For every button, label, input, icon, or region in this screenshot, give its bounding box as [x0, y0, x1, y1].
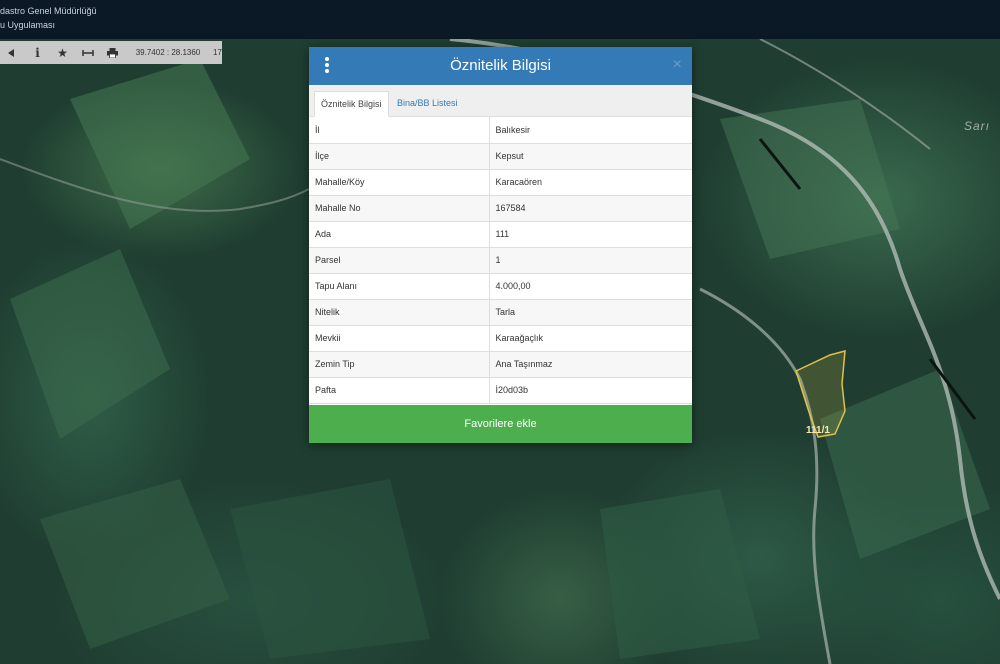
attribute-key: Mahalle No — [309, 195, 490, 222]
attribute-key: Zemin Tip — [309, 351, 490, 378]
attribute-key: Ada — [309, 221, 490, 248]
attribute-value: 167584 — [489, 195, 692, 222]
attribute-key: Pafta — [309, 377, 490, 404]
app-subtitle: u Uygulaması — [0, 20, 56, 30]
dialog-title: Öznitelik Bilgisi — [450, 57, 551, 74]
add-favorite-button[interactable]: Favorilere ekle — [309, 405, 692, 443]
attribute-value: 1 — [489, 247, 692, 274]
table-row: İl Balıkesir — [309, 117, 692, 144]
coordinate-readout: 39.7402 : 28.1360 — [135, 48, 201, 57]
tab-attribute-info[interactable]: Öznitelik Bilgisi — [314, 91, 389, 117]
attribute-key: Mahalle/Köy — [309, 169, 490, 196]
attribute-value: Karacaören — [489, 169, 692, 196]
attribute-value: 4.000,00 — [489, 273, 692, 300]
table-row: Tapu Alanı 4.000,00 — [309, 273, 692, 300]
attribute-value: Balıkesir — [489, 117, 692, 144]
attribute-key: İl — [309, 117, 490, 144]
attribute-value: Kepsut — [489, 143, 692, 170]
table-row: Mevkii Karaağaçlık — [309, 325, 692, 352]
table-row: Ada 111 — [309, 221, 692, 248]
tab-building-list[interactable]: Bina/BB Listesi — [391, 91, 464, 117]
attribute-value: Tarla — [489, 299, 692, 326]
attribute-key: İlçe — [309, 143, 490, 170]
app-title: dastro Genel Müdürlüğü — [0, 6, 97, 16]
app-header: dastro Genel Müdürlüğü u Uygulaması — [0, 0, 1000, 39]
zoom-level: 17 — [213, 48, 222, 57]
attribute-value: İ20d03b — [489, 377, 692, 404]
info-icon[interactable]: i — [25, 41, 50, 64]
attribute-key: Mevkii — [309, 325, 490, 352]
place-label: Sarı — [964, 119, 991, 133]
map-toolbar: i ★ 39.7402 : 28.1360 17 — [0, 41, 222, 64]
attribute-table: İl Balıkesir İlçe Kepsut Mahalle/Köy Karacaör… — [309, 117, 692, 404]
table-row: Zemin Tip Ana Taşınmaz — [309, 351, 692, 378]
star-icon[interactable]: ★ — [50, 41, 75, 64]
table-row: Pafta İ20d03b — [309, 377, 692, 404]
attribute-value: Karaağaçlık — [489, 325, 692, 352]
close-icon[interactable]: × — [673, 56, 682, 74]
attribute-key: Parsel — [309, 247, 490, 274]
attribute-key: Tapu Alanı — [309, 273, 490, 300]
attribute-value: Ana Taşınmaz — [489, 351, 692, 378]
table-row: Mahalle No 167584 — [309, 195, 692, 222]
arrow-icon[interactable] — [0, 41, 25, 64]
attribute-key: Nitelik — [309, 299, 490, 326]
measure-icon[interactable] — [75, 41, 100, 64]
parcel-label: 111/1 — [806, 425, 830, 436]
table-row: Mahalle/Köy Karacaören — [309, 169, 692, 196]
dialog-header: Öznitelik Bilgisi × — [309, 47, 692, 85]
attribute-info-dialog: Öznitelik Bilgisi × Öznitelik Bilgisi Bi… — [309, 47, 692, 443]
table-row: İlçe Kepsut — [309, 143, 692, 170]
table-row: Parsel 1 — [309, 247, 692, 274]
attribute-value: 111 — [489, 221, 692, 248]
table-row: Nitelik Tarla — [309, 299, 692, 326]
dialog-tabs: Öznitelik Bilgisi Bina/BB Listesi — [309, 85, 692, 117]
print-icon[interactable] — [100, 41, 125, 64]
